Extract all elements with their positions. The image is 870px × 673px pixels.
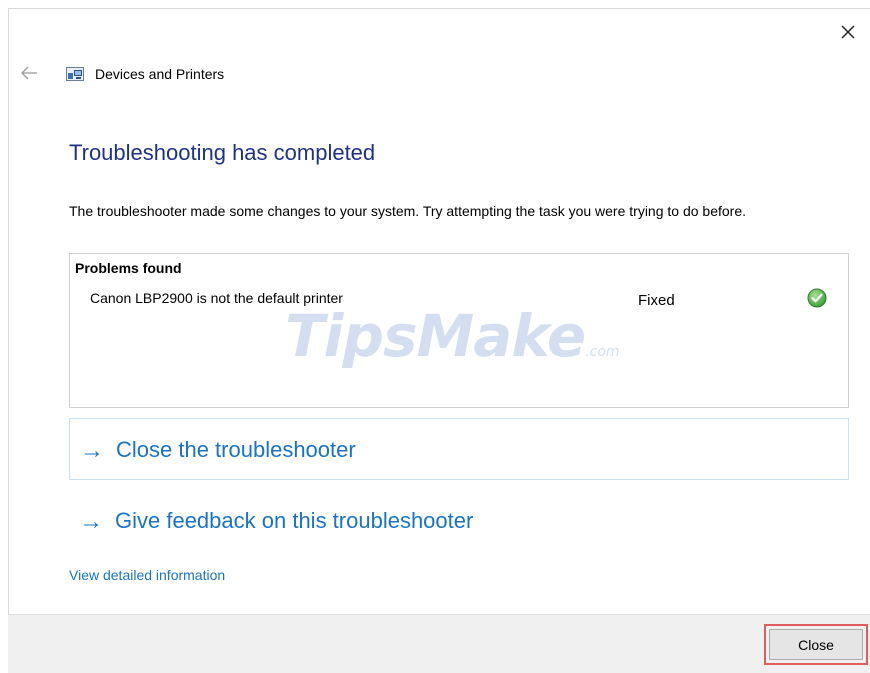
problem-status: Fixed	[638, 292, 675, 309]
page-title: Troubleshooting has completed	[69, 140, 376, 165]
watermark-suffix: .com	[585, 344, 620, 360]
close-button[interactable]: Close	[769, 629, 863, 660]
give-feedback-link[interactable]: → Give feedback on this troubleshooter	[69, 490, 849, 552]
close-button-highlight: Close	[764, 624, 868, 665]
check-icon	[807, 288, 827, 308]
devices-and-printers-icon	[66, 67, 84, 81]
result-description: The troubleshooter made some changes to …	[69, 203, 747, 219]
give-feedback-label: Give feedback on this troubleshooter	[115, 508, 474, 533]
problems-found-panel: Problems found Canon LBP2900 is not the …	[69, 253, 849, 408]
view-detailed-information-link[interactable]: View detailed information	[69, 567, 225, 583]
window-title: Devices and Printers	[95, 66, 225, 82]
watermark-logo: TipsMake.com	[285, 302, 620, 370]
problems-found-heading: Problems found	[75, 260, 182, 276]
close-troubleshooter-link[interactable]: → Close the troubleshooter	[69, 418, 849, 480]
arrow-right-icon: →	[80, 437, 104, 464]
back-arrow-icon[interactable]	[20, 66, 38, 80]
close-window-icon[interactable]	[836, 20, 860, 44]
close-troubleshooter-label: Close the troubleshooter	[116, 437, 356, 462]
watermark-text: TipsMake	[285, 302, 586, 370]
dialog-footer: Close	[8, 614, 870, 673]
arrow-right-icon: →	[79, 508, 103, 535]
